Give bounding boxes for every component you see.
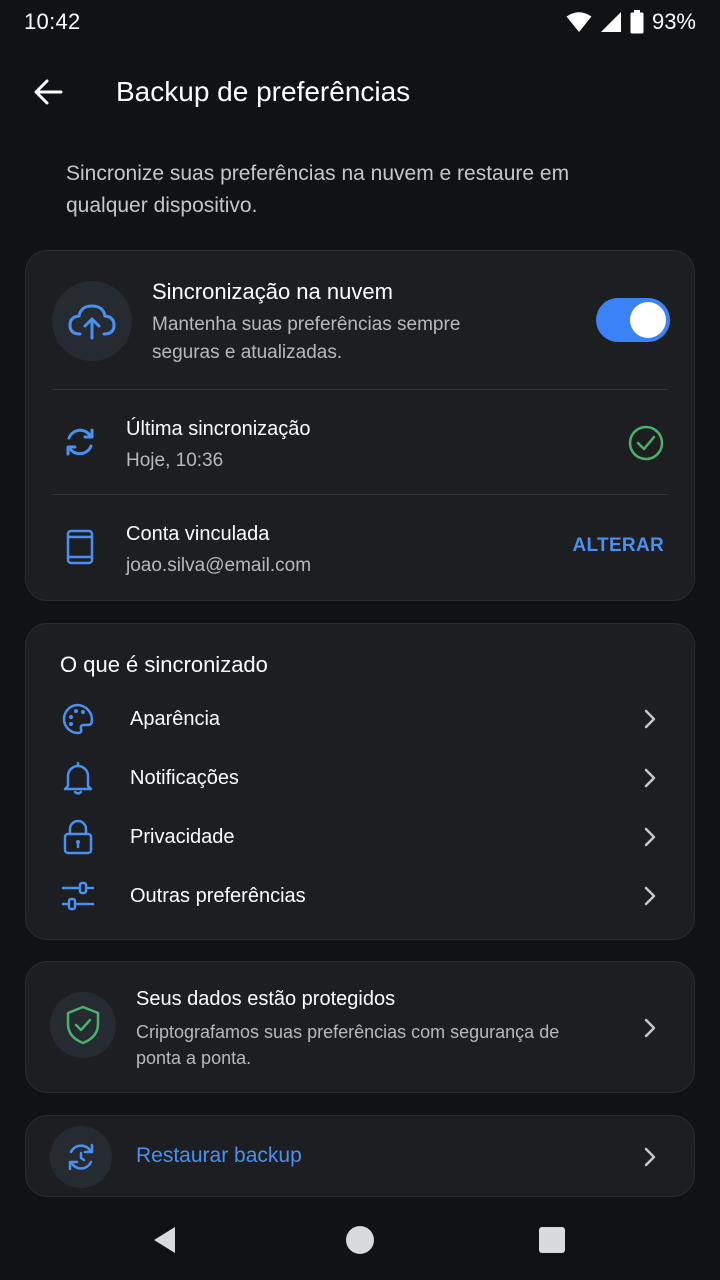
protection-title: Seus dados estão protegidos [136, 988, 396, 1010]
chevron-right-icon [640, 827, 660, 847]
linked-account-title: Conta vinculada [126, 523, 270, 545]
restore-backup-card[interactable]: Restaurar backup [25, 1115, 695, 1197]
status-bar: 10:42 93% [0, 0, 720, 44]
cloud-upload-icon [68, 304, 116, 340]
intro-text: Sincronize suas preferências na nuvem e … [66, 162, 570, 217]
nav-recents-button[interactable] [534, 1222, 570, 1258]
change-account-button[interactable]: ALTERAR [573, 535, 664, 557]
restore-icon [68, 1143, 94, 1171]
check-circle-icon [628, 425, 664, 461]
nav-home-button[interactable] [342, 1222, 378, 1258]
list-item-label: Privacidade [130, 825, 235, 848]
status-time: 10:42 [24, 9, 81, 34]
list-item-label: Aparência [130, 707, 221, 730]
list-item-privacy[interactable]: Privacidade [26, 808, 694, 866]
last-sync-value: Hoje, 10:36 [126, 450, 224, 471]
arrow-left-icon [34, 79, 63, 105]
cloud-sync-subtitle: Mantenha suas preferências sempre segura… [152, 314, 461, 363]
app-bar: Backup de preferências [0, 56, 720, 128]
last-sync-title: Última sincronização [126, 418, 311, 440]
battery-icon [630, 10, 644, 34]
linked-account-email: joao.silva@email.com [126, 555, 312, 576]
page-title: Backup de preferências [116, 76, 411, 107]
list-item-notifications[interactable]: Notificações [26, 749, 694, 807]
battery-percent: 93% [651, 9, 696, 34]
circle-home-icon [346, 1226, 374, 1254]
synced-items-header: O que é sincronizado [60, 652, 268, 677]
phone-icon [62, 529, 98, 565]
chevron-right-icon [640, 709, 660, 729]
triangle-back-icon [154, 1227, 175, 1253]
chevron-right-icon [640, 886, 660, 906]
sliders-icon [60, 878, 96, 914]
restore-backup-label: Restaurar backup [136, 1144, 302, 1167]
lock-icon [60, 819, 96, 855]
system-nav-bar [0, 1200, 720, 1280]
shield-check-icon [66, 1005, 100, 1045]
bell-icon [60, 760, 96, 796]
cloud-sync-card: Sincronização na nuvem Mantenha suas pre… [25, 250, 695, 601]
list-item-appearance[interactable]: Aparência [26, 690, 694, 748]
list-item-label: Outras preferências [130, 884, 306, 907]
cloud-sync-header: Sincronização na nuvem Mantenha suas pre… [26, 251, 694, 389]
wifi-icon [566, 12, 592, 32]
synced-items-card: O que é sincronizado Aparência Notificaç… [25, 623, 695, 940]
chevron-right-icon [640, 1147, 660, 1167]
last-sync-row: Última sincronização Hoje, 10:36 [26, 390, 694, 494]
toggle-knob [630, 302, 666, 338]
back-button[interactable] [0, 56, 96, 128]
cloud-sync-title: Sincronização na nuvem [152, 279, 393, 304]
list-item-other-preferences[interactable]: Outras preferências [26, 867, 694, 925]
cloud-sync-toggle[interactable] [596, 298, 670, 342]
status-indicators: 93% [566, 9, 696, 35]
shield-icon-badge [50, 992, 116, 1058]
cellular-signal-icon [600, 12, 621, 32]
list-item-label: Notificações [130, 766, 239, 789]
palette-icon [60, 701, 96, 737]
cloud-icon-badge [52, 281, 132, 361]
chevron-right-icon [640, 1018, 660, 1038]
sync-icon [62, 424, 98, 460]
square-recents-icon [539, 1227, 565, 1253]
chevron-right-icon [640, 768, 660, 788]
protection-subtitle: Criptografamos suas preferências com seg… [136, 1022, 560, 1068]
nav-back-button[interactable] [146, 1222, 182, 1258]
restore-icon-badge [50, 1126, 112, 1188]
data-protection-card[interactable]: Seus dados estão protegidos Criptografam… [25, 961, 695, 1093]
linked-account-row: Conta vinculada joao.silva@email.com ALT… [26, 495, 694, 599]
